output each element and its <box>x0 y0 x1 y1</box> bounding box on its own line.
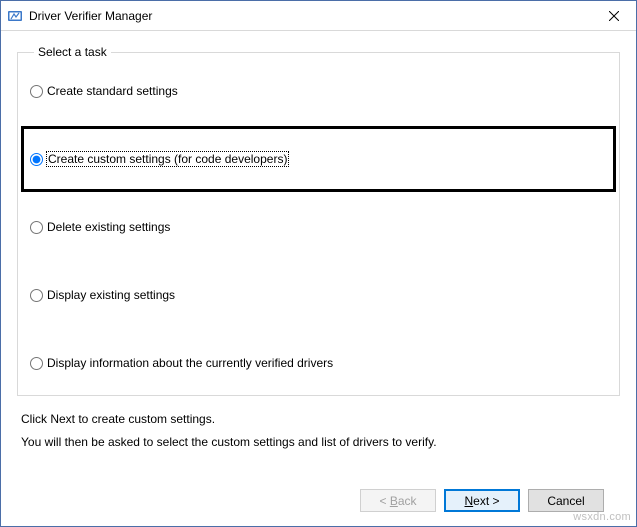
radio-display-existing[interactable] <box>30 289 43 302</box>
hint-area: Click Next to create custom settings. Yo… <box>17 396 620 454</box>
button-row: < Back Next > Cancel <box>17 477 620 526</box>
option-create-standard[interactable]: Create standard settings <box>30 81 607 101</box>
label-display-info[interactable]: Display information about the currently … <box>47 356 333 370</box>
option-display-info[interactable]: Display information about the currently … <box>30 353 607 373</box>
label-create-custom[interactable]: Create custom settings (for code develop… <box>47 152 288 166</box>
task-group: Select a task Create standard settings C… <box>17 45 620 396</box>
option-display-existing[interactable]: Display existing settings <box>30 285 607 305</box>
group-legend: Select a task <box>34 45 111 59</box>
radio-create-custom[interactable] <box>30 153 43 166</box>
app-icon <box>7 8 23 24</box>
radio-create-standard[interactable] <box>30 85 43 98</box>
back-button: < Back <box>360 489 436 512</box>
label-delete-existing[interactable]: Delete existing settings <box>47 220 170 234</box>
close-button[interactable] <box>591 1 636 30</box>
hint-line-2: You will then be asked to select the cus… <box>21 431 616 454</box>
window-title: Driver Verifier Manager <box>29 9 591 23</box>
cancel-button[interactable]: Cancel <box>528 489 604 512</box>
hint-line-1: Click Next to create custom settings. <box>21 408 616 431</box>
close-icon <box>609 11 619 21</box>
radio-delete-existing[interactable] <box>30 221 43 234</box>
option-delete-existing[interactable]: Delete existing settings <box>30 217 607 237</box>
radio-display-info[interactable] <box>30 357 43 370</box>
highlight-box: Create custom settings (for code develop… <box>21 126 616 192</box>
window-frame: Driver Verifier Manager Select a task Cr… <box>0 0 637 527</box>
titlebar: Driver Verifier Manager <box>1 1 636 31</box>
next-button[interactable]: Next > <box>444 489 520 512</box>
label-display-existing[interactable]: Display existing settings <box>47 288 175 302</box>
option-create-custom[interactable]: Create custom settings (for code develop… <box>30 149 607 169</box>
label-create-standard[interactable]: Create standard settings <box>47 84 178 98</box>
body-area: Select a task Create standard settings C… <box>1 31 636 526</box>
